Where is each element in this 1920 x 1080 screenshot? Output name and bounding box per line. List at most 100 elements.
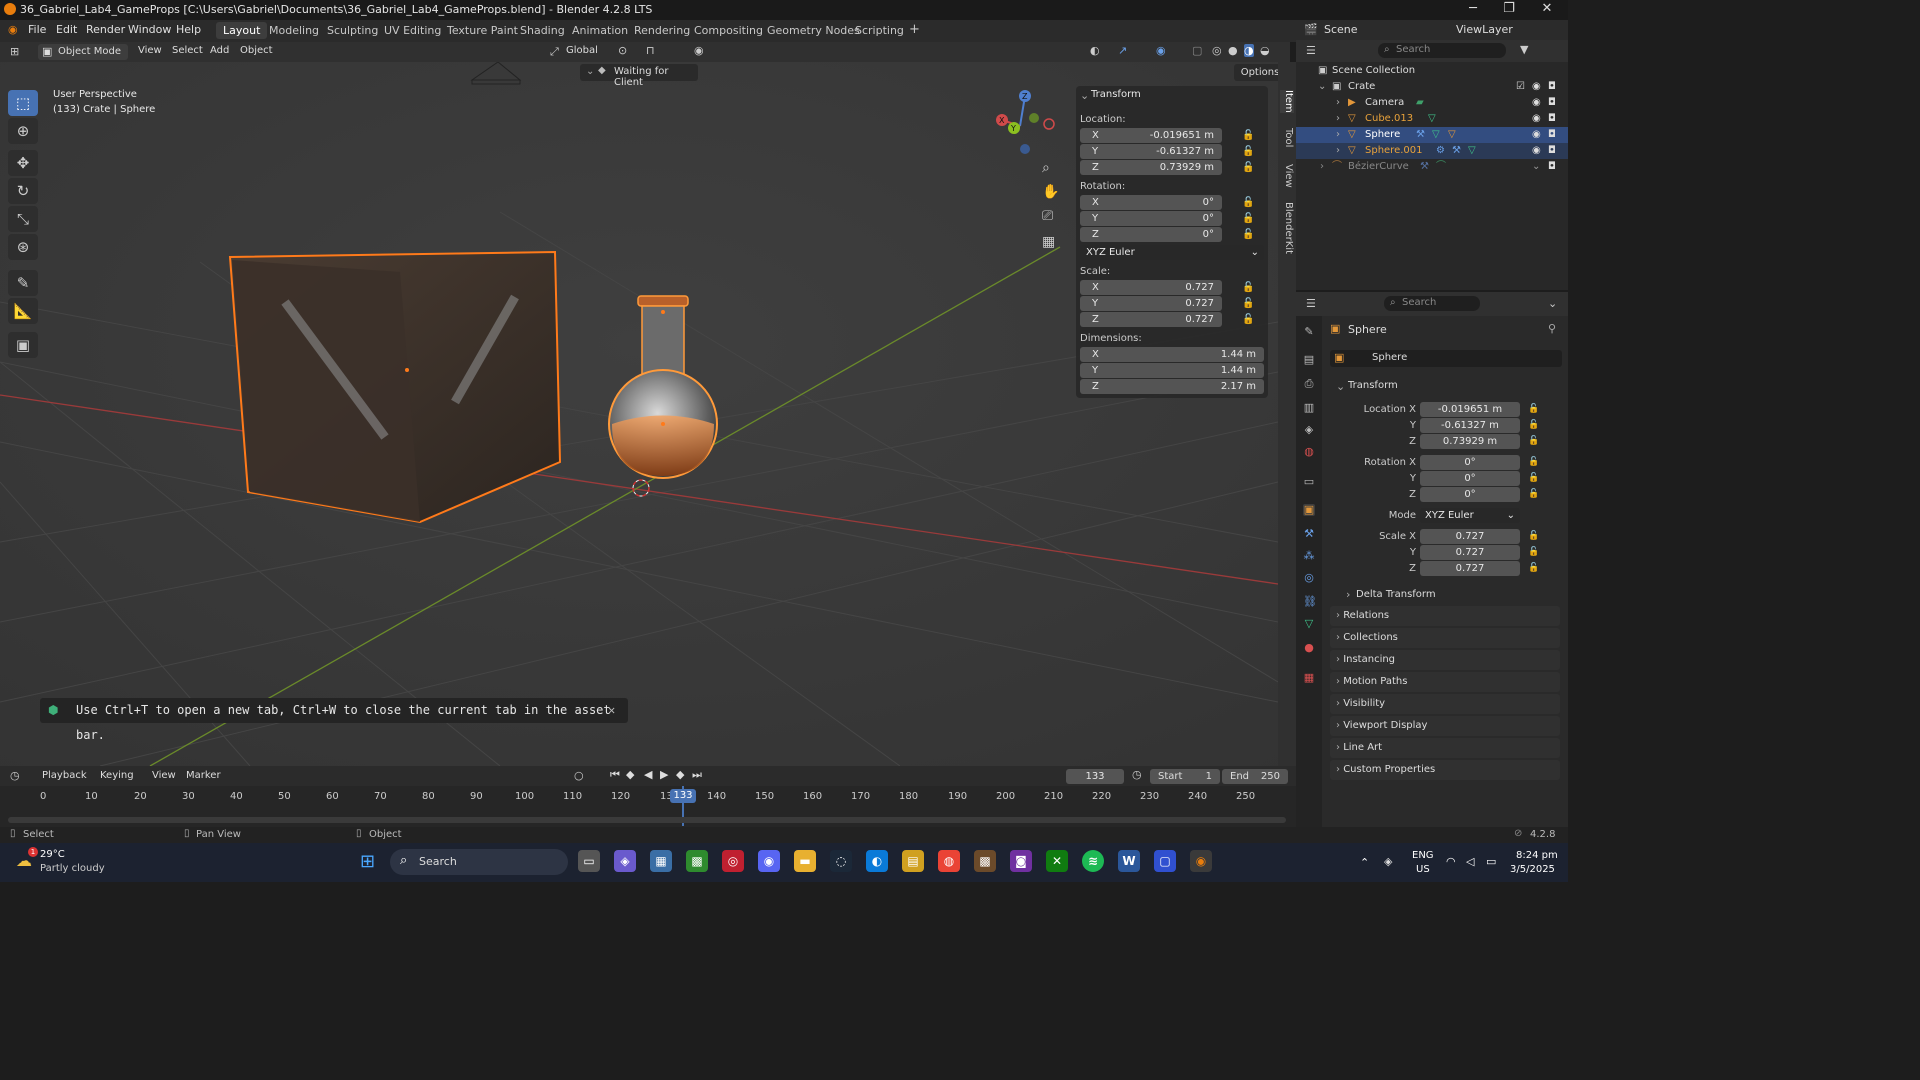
minimize-button[interactable]: ─ bbox=[1458, 1, 1488, 16]
outliner-row[interactable]: › ▽ Cube.013 ▽ ◉ ◘ bbox=[1296, 111, 1568, 127]
object-props-icon[interactable]: ▣ bbox=[1303, 504, 1315, 516]
lock-icon[interactable]: 🔓 bbox=[1242, 130, 1254, 141]
rotation-z-field[interactable]: 0° bbox=[1420, 487, 1520, 502]
auto-key-icon[interactable]: ○ bbox=[574, 769, 584, 782]
ortho-grid-icon[interactable]: ▦ bbox=[1042, 234, 1055, 250]
tab-sculpting[interactable]: Sculpting bbox=[320, 22, 385, 39]
location-z-field[interactable]: 0.73929 m bbox=[1420, 434, 1520, 449]
object-name-field[interactable]: ▣ Sphere bbox=[1330, 350, 1562, 367]
chevron-right-icon[interactable]: › bbox=[1336, 127, 1340, 143]
rotation-x-field[interactable]: 0° bbox=[1420, 455, 1520, 470]
constraints-icon[interactable]: ⛓ bbox=[1303, 596, 1317, 608]
eye-icon[interactable]: ◉ bbox=[1532, 95, 1541, 111]
maximize-button[interactable]: ❐ bbox=[1494, 1, 1524, 16]
close-tip-button[interactable]: ✕ bbox=[608, 698, 615, 723]
weather-desc[interactable]: Partly cloudy bbox=[40, 863, 105, 874]
select-box-tool[interactable]: ⬚ bbox=[8, 90, 38, 116]
timeline-scrollbar[interactable] bbox=[8, 817, 1286, 823]
section-collections[interactable]: › Collections bbox=[1330, 628, 1560, 648]
spotify-icon[interactable]: ≋ bbox=[1082, 850, 1104, 872]
tab-animation[interactable]: Animation bbox=[565, 22, 635, 39]
options-button[interactable]: Options bbox=[1234, 64, 1278, 81]
outliner-row[interactable]: ▣ Scene Collection bbox=[1296, 63, 1568, 79]
timeline-track[interactable]: 0 10 20 30 40 50 60 70 80 90 100 110 120… bbox=[0, 786, 1296, 828]
minecraft-icon[interactable]: ▩ bbox=[686, 850, 708, 872]
camera-render-icon[interactable]: ◘ bbox=[1548, 143, 1556, 159]
discord-icon[interactable]: ◉ bbox=[758, 850, 780, 872]
location-x-field[interactable]: -0.019651 m bbox=[1420, 402, 1520, 417]
menu-playback[interactable]: Playback bbox=[42, 770, 87, 781]
lock-icon[interactable]: 🔓 bbox=[1528, 563, 1539, 573]
annotate-tool[interactable]: ✎ bbox=[8, 270, 38, 296]
outliner-row[interactable]: ⌄ ▣ Crate ☑ ◉ ◘ bbox=[1296, 79, 1568, 95]
volume-icon[interactable]: ◁ bbox=[1466, 855, 1474, 868]
pan-hand-icon[interactable]: ✋ bbox=[1042, 184, 1059, 200]
task-view-icon[interactable]: ▭ bbox=[578, 850, 600, 872]
scene-name[interactable]: Scene bbox=[1324, 23, 1358, 36]
store-icon[interactable]: ▦ bbox=[650, 850, 672, 872]
clock-time[interactable]: 8:24 pm bbox=[1516, 850, 1558, 861]
outliner-row[interactable]: › ▶ Camera ▰ ◉ ◘ bbox=[1296, 95, 1568, 111]
steam-icon[interactable]: ◌ bbox=[830, 850, 852, 872]
npanel-dimensions-y[interactable]: Y 1.44 m bbox=[1080, 363, 1264, 378]
filter-icon[interactable]: ▼ bbox=[1520, 43, 1528, 56]
move-tool[interactable]: ✥ bbox=[8, 150, 38, 176]
eye-hidden-icon[interactable]: ⌄ bbox=[1532, 159, 1540, 175]
editor-type-icon[interactable]: ⊞ bbox=[10, 45, 19, 58]
menu-edit[interactable]: Edit bbox=[56, 23, 77, 36]
tab-shading[interactable]: Shading bbox=[513, 22, 572, 39]
section-line-art[interactable]: › Line Art bbox=[1330, 738, 1560, 758]
camera-render-icon[interactable]: ◘ bbox=[1548, 159, 1556, 175]
menu-marker[interactable]: Marker bbox=[186, 770, 221, 781]
chevron-right-icon[interactable]: › bbox=[1320, 159, 1324, 175]
menu-select[interactable]: Select bbox=[172, 45, 203, 56]
solid-shading-icon[interactable]: ● bbox=[1228, 44, 1238, 57]
xray-icon[interactable]: ▢ bbox=[1192, 44, 1202, 57]
menu-view[interactable]: View bbox=[138, 45, 162, 56]
current-frame-field[interactable]: 133 bbox=[1066, 769, 1124, 784]
lock-icon[interactable]: 🔓 bbox=[1528, 473, 1539, 483]
physics-icon[interactable]: ◎ bbox=[1303, 572, 1315, 584]
transform-tool[interactable]: ⊛ bbox=[8, 234, 38, 260]
lock-icon[interactable]: 🔓 bbox=[1242, 197, 1254, 208]
chevron-right-icon[interactable]: › bbox=[1336, 143, 1340, 159]
camera-render-icon[interactable]: ◘ bbox=[1548, 79, 1556, 95]
world-icon[interactable]: ◍ bbox=[1303, 446, 1315, 458]
npanel-rotation-z[interactable]: Z 0° bbox=[1080, 227, 1222, 242]
windows-start-icon[interactable]: ⊞ bbox=[360, 851, 375, 872]
tab-layout[interactable]: Layout bbox=[216, 22, 268, 39]
scene-props-icon[interactable]: ◈ bbox=[1303, 424, 1315, 436]
chrome-icon[interactable]: ◍ bbox=[938, 850, 960, 872]
menu-keying[interactable]: Keying bbox=[100, 770, 134, 781]
npanel-scale-z[interactable]: Z 0.727 bbox=[1080, 312, 1222, 327]
jump-end-icon[interactable]: ⏭ bbox=[692, 768, 702, 782]
app-icon[interactable]: ▤ bbox=[902, 850, 924, 872]
tab-blenderkit[interactable]: BlenderKit bbox=[1280, 202, 1294, 254]
npanel-rotation-mode-select[interactable]: XYZ Euler ⌄ bbox=[1080, 245, 1264, 260]
delta-transform-section[interactable]: Delta Transform bbox=[1356, 589, 1436, 600]
output-icon[interactable]: ⎙ bbox=[1303, 378, 1315, 390]
menu-view[interactable]: View bbox=[152, 770, 176, 781]
overlay-toggle-icon[interactable]: ◉ bbox=[1156, 44, 1166, 57]
npanel-scale-y[interactable]: Y 0.727 bbox=[1080, 296, 1222, 311]
add-workspace-button[interactable]: + bbox=[902, 20, 927, 39]
collection-props-icon[interactable]: ▭ bbox=[1303, 476, 1315, 488]
crate-object[interactable] bbox=[228, 250, 562, 524]
word-icon[interactable]: W bbox=[1118, 850, 1140, 872]
menu-add[interactable]: Add bbox=[210, 45, 229, 56]
tab-item[interactable]: Item bbox=[1280, 90, 1294, 113]
next-keyframe-icon[interactable]: ◆ bbox=[676, 768, 684, 781]
zoom-icon[interactable]: ⌕ bbox=[1042, 160, 1050, 176]
copilot-icon[interactable]: ◈ bbox=[614, 850, 636, 872]
lock-icon[interactable]: 🔓 bbox=[1528, 420, 1539, 430]
app-icon[interactable]: ◙ bbox=[1010, 850, 1032, 872]
navigation-gizmo[interactable]: Z X Y bbox=[994, 88, 1060, 158]
properties-search-input[interactable]: ⌕ Search bbox=[1384, 296, 1480, 311]
playhead-frame[interactable]: 133 bbox=[670, 789, 696, 803]
lock-icon[interactable]: 🔓 bbox=[1242, 229, 1254, 240]
cursor-tool[interactable]: ⊕ bbox=[8, 118, 38, 144]
npanel-dimensions-x[interactable]: X 1.44 m bbox=[1080, 347, 1264, 362]
lock-icon[interactable]: 🔓 bbox=[1242, 146, 1254, 157]
npanel-rotation-x[interactable]: X 0° bbox=[1080, 195, 1222, 210]
npanel-rotation-y[interactable]: Y 0° bbox=[1080, 211, 1222, 226]
